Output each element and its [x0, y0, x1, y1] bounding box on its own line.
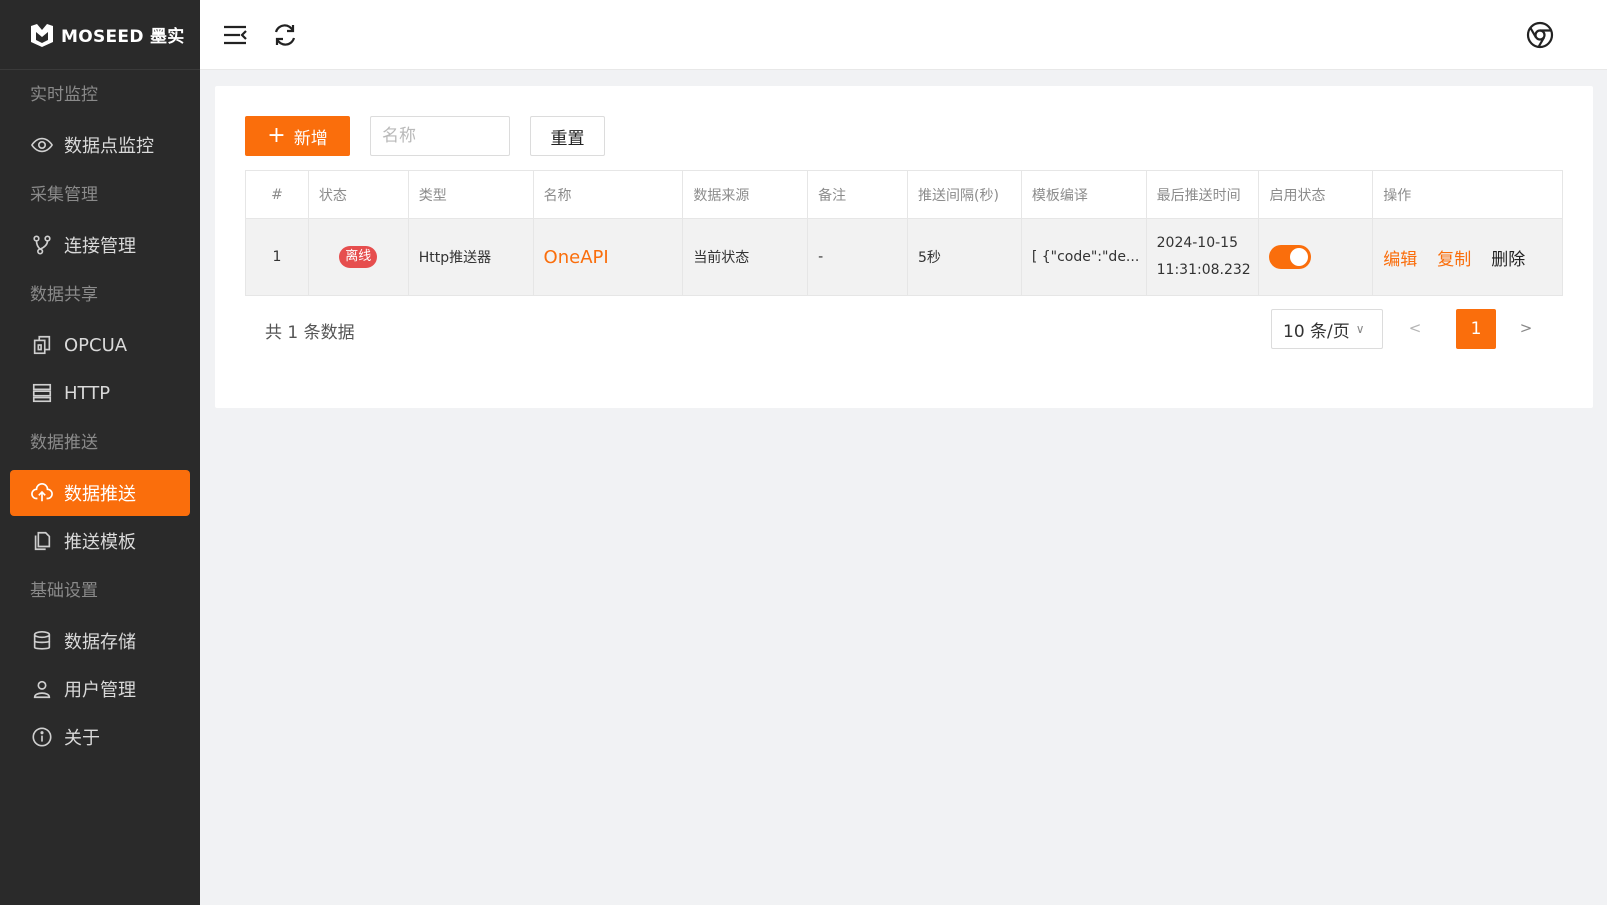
chevron-down-icon: ∨: [1355, 322, 1365, 336]
remark-cell: -: [808, 219, 908, 295]
sidebar: MOSEED 墨实 实时监控 数据点监控 采集管理 连接管理 数据共享 OPCU…: [0, 0, 200, 905]
cloud-upload-icon: [30, 481, 54, 505]
last-push-date: 2024-10-15: [1156, 235, 1238, 251]
nav-group-share: 数据共享: [30, 285, 98, 305]
table-header: # 状态 类型 名称 数据来源 备注 推送间隔(秒) 模板编译 最后推送时间 启…: [246, 171, 1562, 219]
sidebar-item-label: 数据点监控: [64, 136, 154, 157]
sidebar-item-opcua[interactable]: OPCUA: [10, 322, 190, 368]
actions-cell: 编辑 复制 删除: [1373, 219, 1562, 295]
sidebar-item-connection[interactable]: 连接管理: [10, 222, 190, 268]
col-header-remark: 备注: [808, 171, 908, 218]
sidebar-item-label: 用户管理: [64, 680, 136, 701]
sidebar-item-storage[interactable]: 数据存储: [10, 618, 190, 664]
col-header-template: 模板编译: [1022, 171, 1147, 218]
page-current[interactable]: 1: [1456, 309, 1496, 349]
edit-button[interactable]: 编辑: [1383, 245, 1417, 270]
row-index: 1: [246, 219, 309, 295]
chevron-left-icon[interactable]: <: [1405, 319, 1425, 339]
col-header-source: 数据来源: [683, 171, 809, 218]
col-header-name: 名称: [534, 171, 684, 218]
col-header-actions: 操作: [1383, 187, 1412, 204]
push-table: # 状态 类型 名称 数据来源 备注 推送间隔(秒) 模板编译 最后推送时间 启…: [245, 170, 1563, 296]
chevron-right-icon[interactable]: >: [1516, 319, 1536, 339]
sidebar-item-label: 数据存储: [64, 632, 136, 653]
branch-icon: [30, 233, 54, 257]
sidebar-item-label: 推送模板: [64, 532, 136, 553]
sidebar-item-http[interactable]: HTTP: [10, 370, 190, 416]
sidebar-item-label: 连接管理: [64, 236, 136, 257]
last-push-cell: 2024-10-15 11:31:08.232: [1147, 219, 1260, 295]
eye-icon: [30, 133, 54, 157]
enabled-toggle[interactable]: [1269, 245, 1312, 269]
plus-icon: +: [267, 123, 286, 148]
sidebar-item-datapoint-monitor[interactable]: 数据点监控: [10, 122, 190, 168]
menu-fold-icon[interactable]: [220, 20, 250, 50]
toggle-knob: [1290, 248, 1309, 266]
sidebar-item-data-push[interactable]: 数据推送: [10, 470, 190, 516]
brand-name: MOSEED 墨实: [61, 27, 185, 47]
sidebar-item-label: 数据推送: [64, 484, 136, 505]
col-header-index: #: [246, 171, 309, 218]
delete-button[interactable]: 删除: [1491, 245, 1525, 270]
reset-button[interactable]: 重置: [530, 116, 605, 156]
page-size-value: 10 条/页: [1283, 321, 1350, 342]
add-button-label: 新增: [293, 128, 328, 149]
chrome-icon[interactable]: [1525, 20, 1555, 50]
total-count: 共 1 条数据: [265, 323, 355, 343]
col-header-type: 类型: [409, 171, 534, 218]
nav-group-settings: 基础设置: [30, 581, 98, 601]
name-search-input[interactable]: [370, 116, 510, 156]
interval-cell: 5秒: [908, 219, 1022, 295]
status-badge: 离线: [339, 246, 378, 268]
user-icon: [30, 677, 54, 701]
sidebar-item-users[interactable]: 用户管理: [10, 666, 190, 712]
col-header-status: 状态: [309, 171, 409, 218]
table-row: 1 离线 Http推送器 OneAPI 当前状态 - 5秒 [ {"code":…: [246, 219, 1562, 295]
sidebar-item-label: HTTP: [64, 382, 111, 404]
copy-icon: [30, 529, 54, 553]
col-header-last-push: 最后推送时间: [1147, 171, 1260, 218]
col-header-enabled: 启用状态: [1259, 171, 1374, 218]
add-button[interactable]: + 新增: [245, 116, 350, 156]
moseed-logo-icon: [31, 23, 53, 47]
name-cell: OneAPI: [534, 219, 684, 295]
page-size-select[interactable]: 10 条/页 ∨: [1271, 309, 1383, 349]
col-header-interval: 推送间隔(秒): [908, 171, 1022, 218]
refresh-icon[interactable]: [270, 20, 300, 50]
info-icon: [30, 725, 54, 749]
brand: MOSEED 墨实: [0, 0, 200, 70]
toolbar: + 新增 重置: [245, 116, 605, 156]
nav-group-realtime: 实时监控: [30, 85, 98, 105]
sidebar-item-about[interactable]: 关于: [10, 714, 190, 760]
source-cell: 当前状态: [683, 219, 809, 295]
sidebar-item-push-template[interactable]: 推送模板: [10, 518, 190, 564]
enabled-cell: [1259, 219, 1374, 295]
status-cell: 离线: [309, 219, 409, 295]
server-icon: [30, 381, 54, 405]
topbar: [200, 0, 1607, 70]
type-cell: Http推送器: [409, 219, 534, 295]
content-card: + 新增 重置 # 状态 类型 名称 数据来源 备注 推送间隔(秒) 模板编译 …: [215, 86, 1593, 408]
template-text: [ {"code":"de...: [1031, 249, 1140, 265]
opcua-icon: [30, 333, 54, 357]
nav-group-push: 数据推送: [30, 433, 98, 453]
template-cell: [ {"code":"de...: [1022, 219, 1147, 295]
last-push-time: 11:31:08.232: [1156, 262, 1251, 278]
nav-group-collect: 采集管理: [30, 185, 98, 205]
database-icon: [30, 629, 54, 653]
name-link[interactable]: OneAPI: [544, 247, 609, 268]
sidebar-item-label: 关于: [64, 728, 100, 749]
copy-button[interactable]: 复制: [1437, 245, 1471, 270]
sidebar-item-label: OPCUA: [64, 334, 128, 356]
